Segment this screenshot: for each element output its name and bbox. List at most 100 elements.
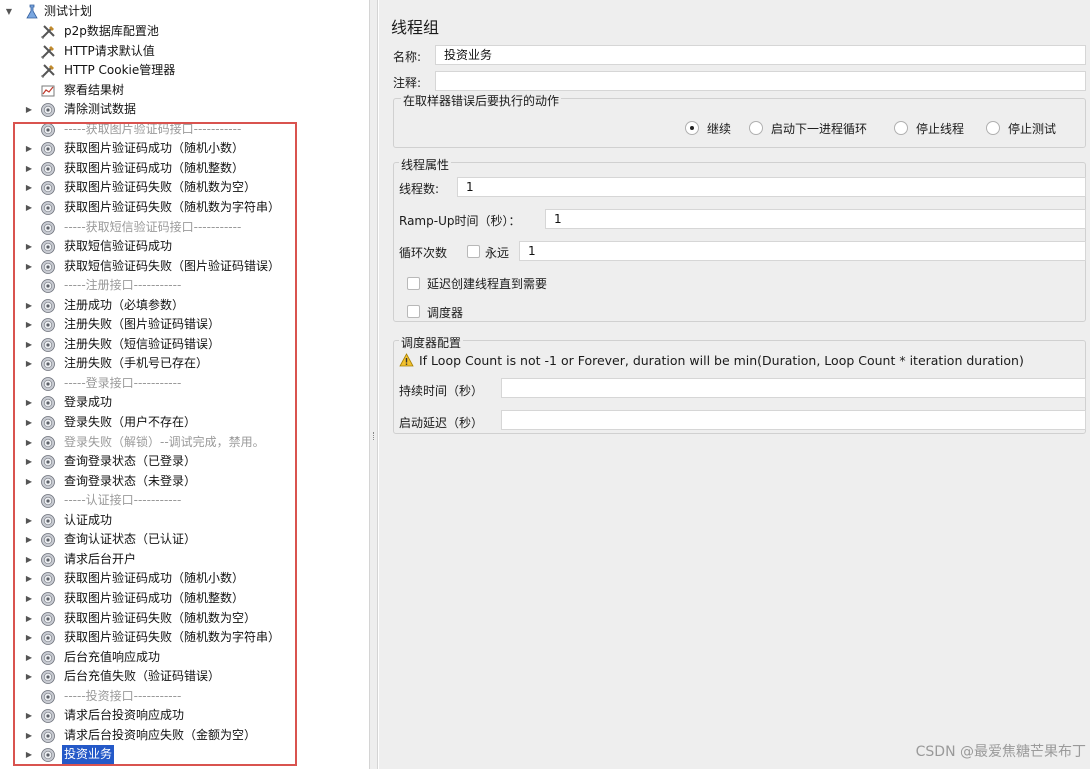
- expand-arrow-icon[interactable]: ▶: [24, 257, 34, 277]
- page-title: 线程组: [391, 18, 440, 37]
- error-action-radio-3[interactable]: [894, 121, 908, 135]
- expand-arrow-icon[interactable]: ▶: [24, 159, 34, 179]
- tree-item[interactable]: ▶ 后台充值响应成功: [24, 648, 324, 668]
- tree-item[interactable]: ▶ 查询认证状态（已认证）: [24, 530, 324, 550]
- tree-item-label: 注册失败（图片验证码错误）: [64, 317, 221, 332]
- tree-item[interactable]: -----注册接口-----------: [24, 276, 324, 296]
- tree-item[interactable]: ▶ 注册成功（必填参数）: [24, 296, 324, 316]
- tree-item[interactable]: ▶ 注册失败（图片验证码错误）: [24, 315, 324, 335]
- tree-item-label: -----投资接口-----------: [64, 688, 182, 703]
- tree-item[interactable]: ▶ 请求后台投资响应失败（金额为空）: [24, 726, 324, 746]
- thread-group-icon: [41, 748, 55, 763]
- tree-item[interactable]: ▶ 登录成功: [24, 393, 324, 413]
- tree-item[interactable]: ▶ 获取短信验证码失败（图片验证码错误）: [24, 257, 324, 277]
- listener-chart-icon: [41, 85, 55, 97]
- tree-item[interactable]: -----登录接口-----------: [24, 374, 324, 394]
- tree-item[interactable]: ▶ 获取图片验证码成功（随机整数）: [24, 589, 324, 609]
- thread-group-icon: [41, 240, 55, 254]
- expand-arrow-icon[interactable]: ▶: [24, 745, 34, 765]
- expand-arrow-icon[interactable]: ▶: [24, 530, 34, 550]
- expand-arrow-icon[interactable]: ▶: [24, 648, 34, 668]
- tree-item[interactable]: ▶ 获取图片验证码失败（随机数为字符串）: [24, 628, 324, 648]
- threads-input[interactable]: 1: [457, 177, 1086, 197]
- expand-arrow-icon[interactable]: ▶: [24, 413, 34, 433]
- expand-arrow-icon[interactable]: ▶: [24, 609, 34, 629]
- tree-item[interactable]: ▶ 注册失败（短信验证码错误）: [24, 335, 324, 355]
- tree-item[interactable]: ▶ 获取图片验证码成功（随机小数）: [24, 569, 324, 589]
- expand-arrow-icon[interactable]: ▶: [24, 726, 34, 746]
- tree-item[interactable]: -----认证接口-----------: [24, 491, 324, 511]
- tree-item[interactable]: ▶ 获取图片验证码成功（随机小数）: [24, 139, 324, 159]
- startup-delay-input[interactable]: [501, 410, 1086, 430]
- thread-group-icon: [41, 181, 55, 196]
- comment-input[interactable]: [435, 71, 1086, 91]
- thread-group-icon: [41, 611, 55, 626]
- expand-arrow-icon[interactable]: ▶: [24, 511, 34, 531]
- tree-item[interactable]: ▶ 获取图片验证码失败（随机数为字符串）: [24, 198, 324, 218]
- tree-item[interactable]: ▶ 获取短信验证码成功: [24, 237, 324, 257]
- tree-item[interactable]: HTTP Cookie管理器: [24, 61, 324, 81]
- expand-arrow-icon[interactable]: ▶: [24, 393, 34, 413]
- expand-arrow-icon[interactable]: ▶: [24, 628, 34, 648]
- thread-group-icon: [41, 201, 55, 215]
- tree-item[interactable]: ▶ 请求后台开户: [24, 550, 324, 570]
- tree-item[interactable]: HTTP请求默认值: [24, 42, 324, 62]
- expand-arrow-icon[interactable]: ▶: [24, 569, 34, 589]
- expand-arrow-icon[interactable]: ▶: [24, 452, 34, 472]
- thread-group-icon: [41, 592, 55, 606]
- expand-arrow-icon[interactable]: ▶: [24, 472, 34, 492]
- tree-item[interactable]: ▶ 查询登录状态（已登录）: [24, 452, 324, 472]
- expand-arrow-icon[interactable]: ▶: [24, 335, 34, 355]
- tree-item[interactable]: ▶ 查询登录状态（未登录）: [24, 472, 324, 492]
- tree-item-label: HTTP Cookie管理器: [64, 63, 176, 78]
- forever-checkbox[interactable]: [467, 245, 480, 258]
- tree-item[interactable]: ▶ 认证成功: [24, 511, 324, 531]
- tree-item[interactable]: ▶ 清除测试数据: [24, 100, 324, 120]
- expand-arrow-icon[interactable]: ▶: [24, 139, 34, 159]
- tree-item[interactable]: ▶ 后台充值失败（验证码错误）: [24, 667, 324, 687]
- tree-item[interactable]: ▶ 获取图片验证码失败（随机数为空）: [24, 178, 324, 198]
- name-input[interactable]: 投资业务: [435, 45, 1086, 65]
- expand-arrow-icon[interactable]: ▶: [24, 667, 34, 687]
- config-tool-icon: [41, 44, 55, 59]
- rampup-input[interactable]: 1: [545, 209, 1086, 229]
- tree-item[interactable]: p2p数据库配置池: [24, 22, 324, 42]
- tree-item[interactable]: -----投资接口-----------: [24, 687, 324, 707]
- loop-count-input[interactable]: 1: [519, 241, 1086, 261]
- test-plan-tree[interactable]: ▼ 测试计划 p2p数据库配置池 HTTP请求默认值 HTTP Cookie管理器察…: [0, 0, 369, 769]
- expand-arrow-icon[interactable]: ▶: [24, 178, 34, 198]
- thread-group-icon: [41, 689, 55, 704]
- split-pane-divider[interactable]: [369, 0, 378, 769]
- expand-arrow-icon[interactable]: ▶: [24, 100, 34, 120]
- delay-thread-checkbox[interactable]: [407, 277, 420, 290]
- expand-arrow-icon[interactable]: ▶: [24, 237, 34, 257]
- tree-item-label: 请求后台开户: [64, 551, 137, 566]
- tree-item[interactable]: 察看结果树: [24, 81, 324, 101]
- tree-item[interactable]: ▶ 获取图片验证码失败（随机数为空）: [24, 609, 324, 629]
- expand-arrow-icon[interactable]: ▶: [24, 706, 34, 726]
- tree-item[interactable]: ▶ 登录失败（解锁）--调试完成，禁用。: [24, 433, 324, 453]
- tree-item[interactable]: ▶ 获取图片验证码成功（随机整数）: [24, 159, 324, 179]
- duration-input[interactable]: [501, 378, 1086, 398]
- error-action-radio-4[interactable]: [986, 121, 1000, 135]
- expand-arrow-icon[interactable]: ▶: [24, 589, 34, 609]
- expand-arrow-icon[interactable]: ▶: [24, 198, 34, 218]
- expand-arrow-icon[interactable]: ▶: [24, 433, 34, 453]
- expand-arrow-icon[interactable]: ▶: [24, 315, 34, 335]
- expand-arrow-icon[interactable]: ▶: [24, 354, 34, 374]
- tree-item-label: 获取图片验证码失败（随机数为空）: [64, 610, 257, 625]
- tree-item-selected[interactable]: ▶ 投资业务: [24, 745, 324, 765]
- tree-item[interactable]: ▶ 请求后台投资响应成功: [24, 706, 324, 726]
- expand-arrow-icon[interactable]: ▶: [24, 550, 34, 570]
- tree-root[interactable]: ▼ 测试计划: [4, 2, 304, 22]
- tree-item[interactable]: -----获取短信验证码接口-----------: [24, 218, 324, 238]
- collapse-arrow-icon[interactable]: ▼: [4, 2, 14, 22]
- expand-arrow-icon[interactable]: ▶: [24, 296, 34, 316]
- tree-item[interactable]: ▶ 注册失败（手机号已存在）: [24, 354, 324, 374]
- thread-group-icon: [41, 142, 55, 157]
- tree-item[interactable]: -----获取图片验证码接口-----------: [24, 120, 324, 140]
- error-action-radio-2[interactable]: [749, 121, 763, 135]
- error-action-radio-1[interactable]: [685, 121, 699, 135]
- scheduler-checkbox[interactable]: [407, 305, 420, 318]
- tree-item[interactable]: ▶ 登录失败（用户不存在）: [24, 413, 324, 433]
